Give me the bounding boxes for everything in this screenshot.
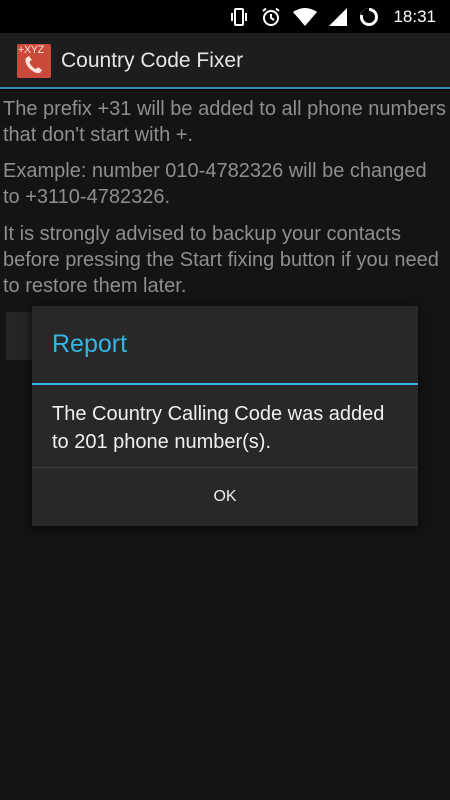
screen: 18:31 +XYZ Country Code Fixer The prefix… [0,0,450,800]
dialog-title: Report [52,330,128,358]
app-title: Country Code Fixer [61,49,244,72]
alarm-icon [261,7,281,27]
backup-warning: It is strongly advised to backup your co… [3,223,439,297]
report-dialog: Report The Country Calling Code was adde… [32,306,418,526]
dialog-message: The Country Calling Code was added to 20… [52,403,385,453]
app-icon[interactable]: +XYZ [17,44,51,78]
action-bar-divider [0,87,450,89]
wifi-icon [293,7,318,27]
ok-button[interactable]: OK [32,468,418,526]
phone-icon [25,56,42,74]
prefix-description: The prefix +31 will be added to all phon… [3,98,447,146]
example-description: Example: number 010-4782326 will be chan… [3,160,427,208]
app-icon-text: +XYZ [18,44,44,56]
status-bar: 18:31 [0,0,450,33]
status-time: 18:31 [393,7,436,26]
vibrate-icon [229,7,249,27]
battery-icon [359,7,379,27]
status-icons: 18:31 [229,6,436,28]
dialog-title-divider [32,383,418,385]
cell-signal-icon [329,8,348,26]
action-bar: +XYZ Country Code Fixer [0,33,450,89]
